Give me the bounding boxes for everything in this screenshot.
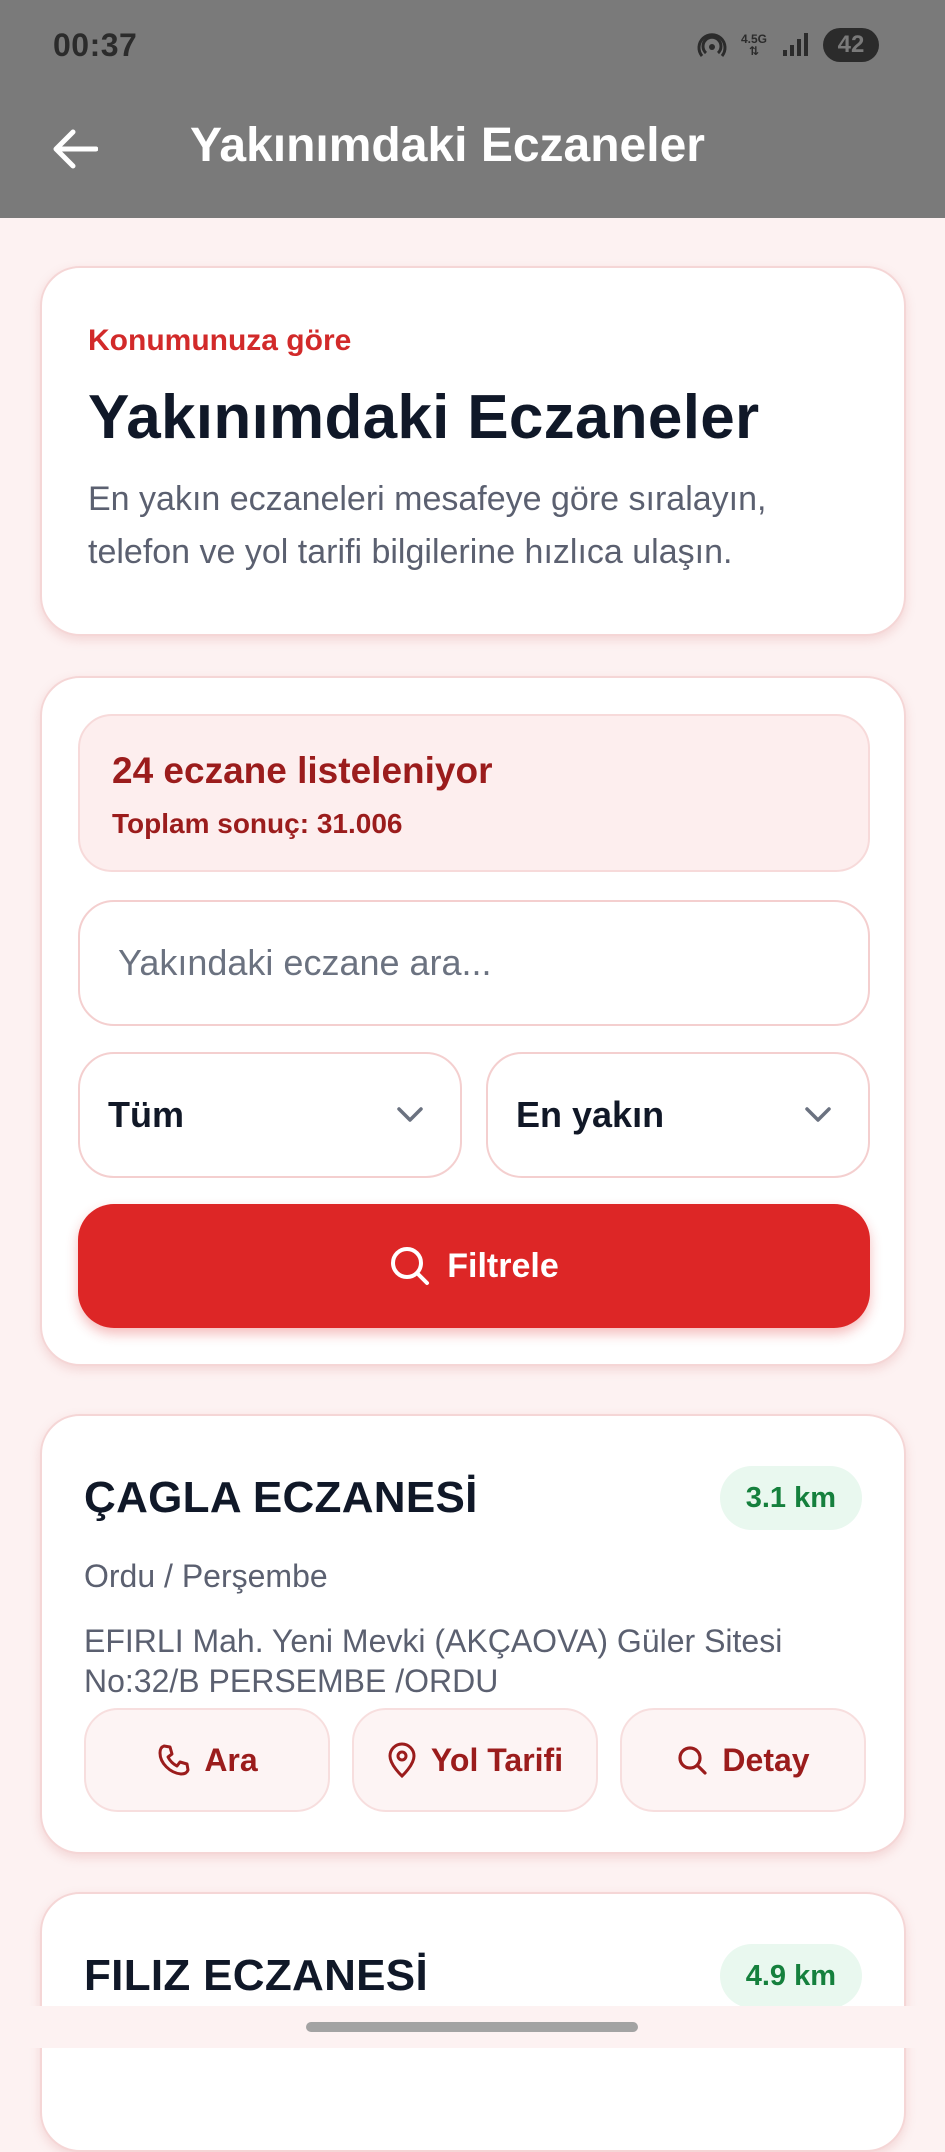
filter-button-label: Filtrele xyxy=(447,1246,559,1285)
directions-button-label: Yol Tarifi xyxy=(430,1741,564,1778)
pharmacy-city: Ordu / Perşembe xyxy=(84,1558,328,1594)
network-type: 4.5G ⇅ xyxy=(740,32,767,58)
pharmacy-header: ÇAGLA ECZANESİ 3.1 km xyxy=(84,1466,862,1530)
pharmacy-name: ÇAGLA ECZANESİ xyxy=(84,1473,478,1522)
pharmacy-card[interactable]: ÇAGLA ECZANESİ 3.1 km Ordu / Perşembe EF… xyxy=(40,1414,906,1854)
app-bar: 00:37 4.5G ⇅ 42 Yakınımdaki Eczaneler xyxy=(0,0,945,218)
phone-icon xyxy=(158,1744,190,1776)
pharmacy-address: EFIRLI Mah. Yeni Mevki (AKÇAOVA) Güler S… xyxy=(84,1623,783,1699)
sort-select[interactable]: En yakın xyxy=(486,1052,870,1178)
search-field[interactable] xyxy=(78,900,870,1026)
type-select[interactable]: Tüm xyxy=(78,1052,462,1178)
status-bar: 00:37 4.5G ⇅ 42 xyxy=(0,0,945,90)
distance-badge: 4.9 km xyxy=(719,1944,862,2008)
detail-button-label: Detay xyxy=(722,1741,810,1778)
chevron-down-icon xyxy=(397,1107,423,1122)
detail-button[interactable]: Detay xyxy=(620,1708,866,1812)
type-select-value: Tüm xyxy=(108,1094,184,1135)
status-time: 00:37 xyxy=(53,26,138,63)
pharmacy-header: FILIZ ECZANESİ 4.9 km xyxy=(84,1944,862,2008)
system-icons: 4.5G ⇅ 42 xyxy=(697,28,879,62)
filter-button[interactable]: Filtrele xyxy=(78,1204,870,1328)
search-icon xyxy=(678,1746,708,1775)
home-indicator[interactable] xyxy=(306,2022,638,2032)
signal-icon xyxy=(783,33,808,56)
filter-card: 24 eczane listeleniyor Toplam sonuç: 31.… xyxy=(40,676,906,1366)
page-title: Yakınımdaki Eczaneler xyxy=(88,383,760,452)
pharmacy-actions: Ara Yol Tarifi Detay xyxy=(84,1708,866,1812)
call-button[interactable]: Ara xyxy=(84,1708,330,1812)
directions-button[interactable]: Yol Tarifi xyxy=(352,1708,598,1812)
search-input[interactable] xyxy=(118,942,830,984)
pharmacy-name: FILIZ ECZANESİ xyxy=(84,1951,428,2000)
battery-indicator: 42 xyxy=(823,28,879,62)
result-total: Toplam sonuç: 31.006 xyxy=(112,808,403,839)
intro-card: Konumunuza göre Yakınımdaki Eczaneler En… xyxy=(40,266,906,636)
toolbar: Yakınımdaki Eczaneler xyxy=(0,100,945,200)
toolbar-title: Yakınımdaki Eczaneler xyxy=(190,119,705,172)
hotspot-icon xyxy=(697,33,727,57)
back-button[interactable] xyxy=(48,122,102,176)
intro-description: En yakın eczaneleri mesafeye göre sırala… xyxy=(88,480,767,571)
arrow-left-icon xyxy=(53,129,98,169)
intro-eyebrow: Konumunuza göre xyxy=(88,324,352,357)
distance-badge: 3.1 km xyxy=(719,1466,862,1530)
call-button-label: Ara xyxy=(204,1741,258,1778)
result-count: 24 eczane listeleniyor xyxy=(112,750,493,791)
result-summary: 24 eczane listeleniyor Toplam sonuç: 31.… xyxy=(78,714,870,872)
chevron-down-icon xyxy=(805,1107,831,1122)
map-pin-icon xyxy=(388,1742,416,1778)
search-icon xyxy=(391,1247,430,1285)
sort-select-value: En yakın xyxy=(516,1094,665,1135)
